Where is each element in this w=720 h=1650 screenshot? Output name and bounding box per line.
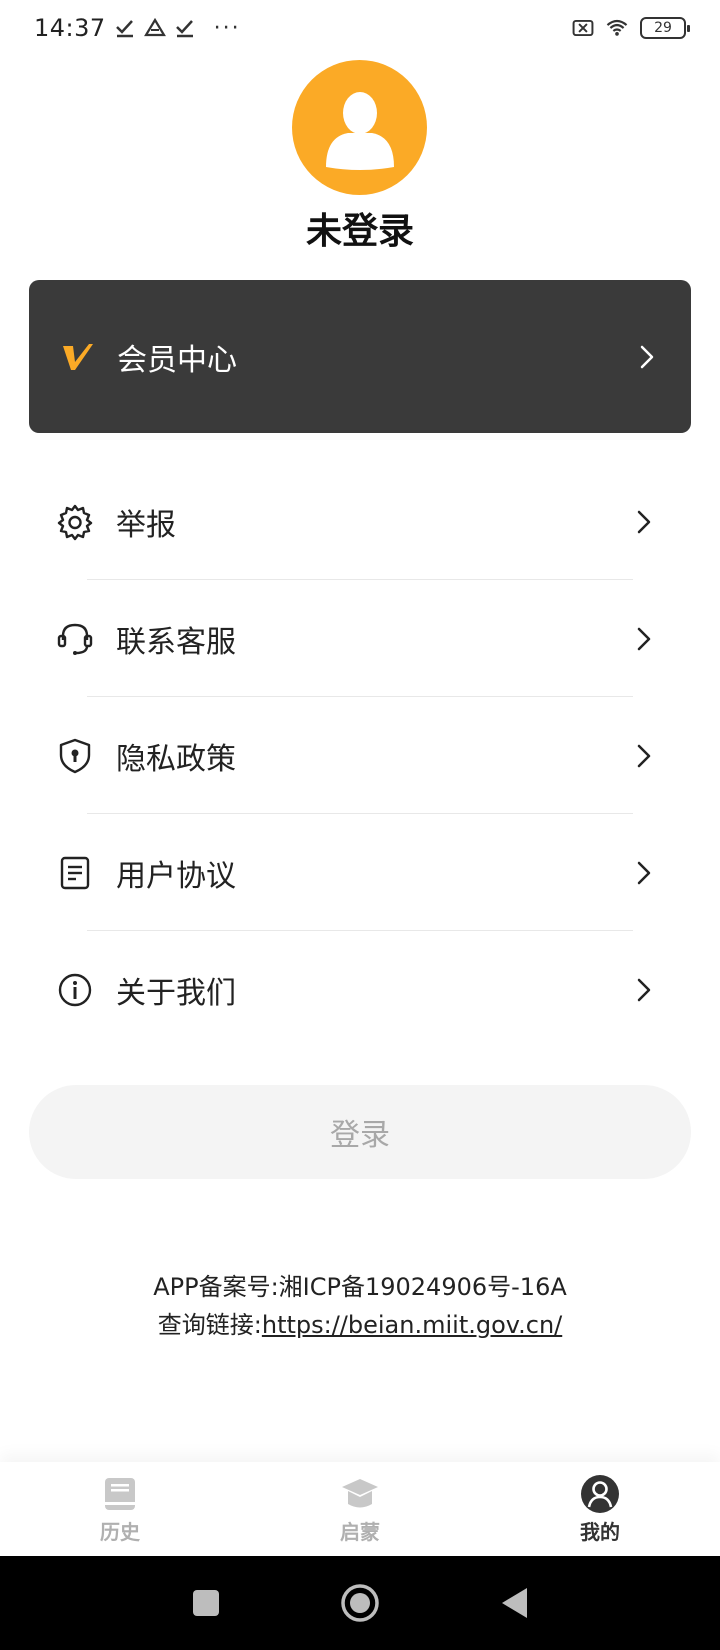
tab-label: 历史	[100, 1519, 140, 1544]
username[interactable]: 未登录	[0, 202, 720, 254]
profile-icon	[580, 1474, 620, 1514]
document-icon	[56, 854, 94, 892]
chevron-right-icon	[632, 861, 656, 885]
chevron-right-icon	[632, 510, 656, 534]
no-sim-icon	[572, 17, 594, 39]
status-bar: 14:37 ··· 29	[0, 0, 720, 56]
menu-item-label: 关于我们	[116, 975, 236, 1011]
vip-center-card[interactable]: 会员中心	[29, 280, 691, 433]
login-button[interactable]: 登录	[29, 1085, 691, 1179]
status-time: 14:37	[34, 14, 106, 42]
battery-indicator: 29	[640, 17, 690, 39]
user-silhouette-icon	[325, 91, 394, 170]
bottom-tab-bar: 历史 启蒙 我的	[0, 1462, 720, 1556]
settings-menu: 举报 联系客服 隐私政策 用户协议 关于我们	[0, 463, 720, 1048]
menu-item-about-us[interactable]: 关于我们	[0, 931, 720, 1048]
download-done-icon	[114, 17, 136, 39]
headset-icon	[56, 620, 94, 658]
back-button[interactable]	[492, 1581, 536, 1625]
wifi-icon	[606, 17, 628, 39]
shield-icon	[56, 737, 94, 775]
beian-prefix: APP备案号:	[153, 1273, 279, 1301]
info-icon	[56, 971, 94, 1009]
tab-enlightenment[interactable]: 启蒙	[240, 1462, 480, 1556]
book-icon	[100, 1474, 140, 1514]
menu-item-label: 联系客服	[116, 624, 236, 660]
menu-item-user-agreement[interactable]: 用户协议	[0, 814, 720, 931]
system-navigation-bar	[0, 1556, 720, 1650]
home-button[interactable]	[338, 1581, 382, 1625]
beian-query-link[interactable]: https://beian.miit.gov.cn/	[262, 1311, 562, 1339]
tab-label: 我的	[580, 1519, 620, 1544]
gear-icon	[56, 503, 94, 541]
vip-center-label: 会员中心	[117, 342, 237, 378]
chevron-right-icon	[635, 345, 659, 369]
recents-button[interactable]	[184, 1581, 228, 1625]
menu-item-label: 举报	[116, 507, 176, 543]
more-notifications-icon: ···	[213, 15, 241, 41]
beian-info: APP备案号:湘ICP备19024906号-16A 查询链接:https://b…	[0, 1268, 720, 1344]
menu-item-report[interactable]: 举报	[0, 463, 720, 580]
menu-item-label: 隐私政策	[116, 741, 236, 777]
chevron-right-icon	[632, 978, 656, 1002]
menu-item-label: 用户协议	[116, 858, 236, 894]
avatar[interactable]	[292, 60, 427, 195]
drive-icon	[143, 17, 166, 39]
menu-item-customer-service[interactable]: 联系客服	[0, 580, 720, 697]
query-line: 查询链接:https://beian.miit.gov.cn/	[0, 1306, 720, 1344]
graduation-cap-icon	[340, 1474, 380, 1514]
query-prefix: 查询链接:	[157, 1311, 262, 1339]
vip-icon	[61, 340, 95, 374]
status-left: 14:37 ···	[34, 14, 241, 42]
download-done-icon-2	[174, 17, 196, 39]
tab-mine[interactable]: 我的	[480, 1462, 720, 1556]
status-right: 29	[572, 0, 690, 56]
beian-line: APP备案号:湘ICP备19024906号-16A	[0, 1268, 720, 1306]
chevron-right-icon	[632, 627, 656, 651]
menu-item-privacy-policy[interactable]: 隐私政策	[0, 697, 720, 814]
chevron-right-icon	[632, 744, 656, 768]
beian-number: 湘ICP备19024906号-16A	[278, 1273, 567, 1301]
tab-history[interactable]: 历史	[0, 1462, 240, 1556]
tab-label: 启蒙	[340, 1519, 380, 1544]
